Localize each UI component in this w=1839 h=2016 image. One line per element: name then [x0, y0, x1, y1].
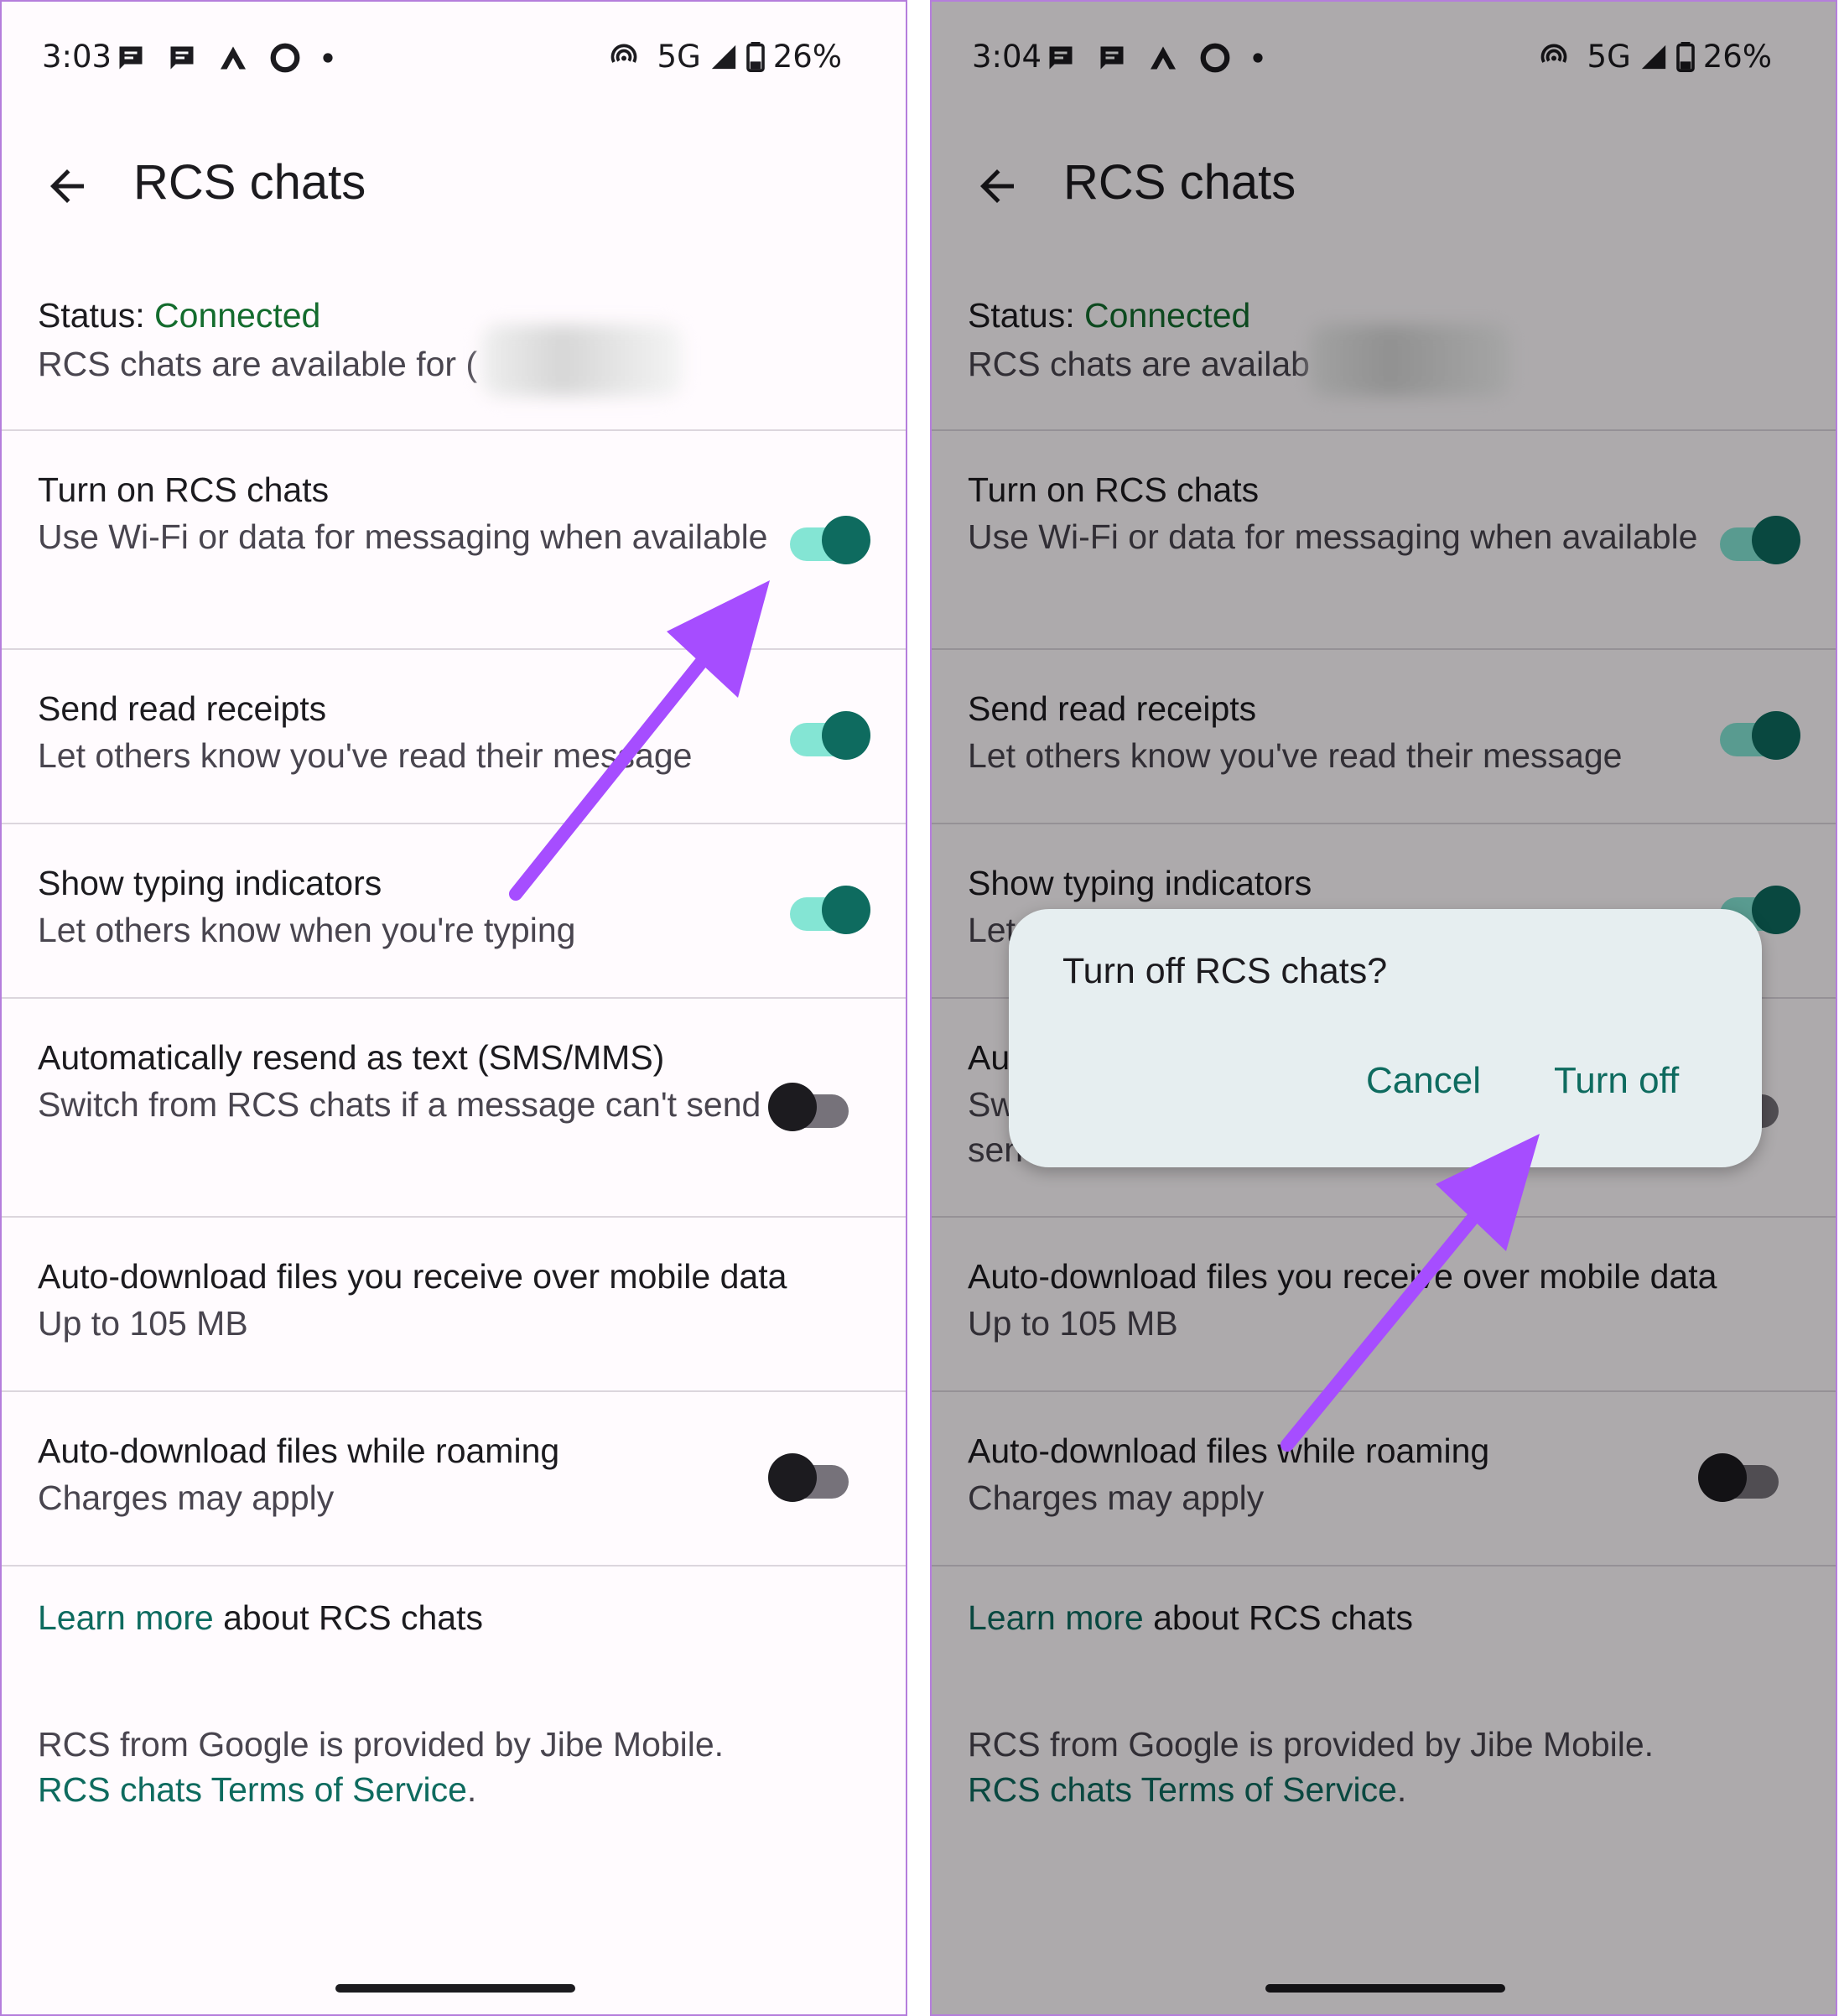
- setting-title: Auto-download files you receive over mob…: [38, 1257, 787, 1296]
- learn-more-line: Learn more about RCS chats: [38, 1598, 483, 1638]
- turn-off-button[interactable]: Turn off: [1554, 1060, 1679, 1102]
- setting-subtitle: Charges may apply: [38, 1478, 335, 1517]
- setting-auto-download-mobile[interactable]: Auto-download files you receive over mob…: [38, 1252, 881, 1346]
- divider: [2, 997, 906, 999]
- status-value: Connected: [154, 296, 321, 335]
- setting-subtitle: Switch from RCS chats if a message can't…: [38, 1085, 761, 1124]
- learn-more-link[interactable]: Learn more: [38, 1598, 214, 1637]
- back-arrow-icon[interactable]: [42, 161, 92, 211]
- setting-subtitle: Use Wi-Fi or data for messaging when ava…: [38, 517, 768, 556]
- setting-title: Show typing indicators: [38, 864, 382, 902]
- read-receipts-toggle[interactable]: [790, 711, 870, 760]
- auto-resend-toggle[interactable]: [768, 1083, 849, 1131]
- footer-provider: RCS from Google is provided by Jibe Mobi…: [38, 1725, 725, 1764]
- signal-icon: [711, 44, 735, 69]
- divider: [2, 823, 906, 824]
- setting-typing-indicators[interactable]: Show typing indicators Let others know w…: [38, 859, 771, 953]
- message-icon: [119, 46, 143, 70]
- status-time: 3:03: [42, 39, 112, 75]
- network-type: 5G: [657, 39, 701, 75]
- cancel-button[interactable]: Cancel: [1366, 1060, 1481, 1102]
- setting-turn-on-rcs[interactable]: Turn on RCS chats Use Wi-Fi or data for …: [38, 465, 771, 559]
- setting-title: Send read receipts: [38, 689, 327, 728]
- message-icon: [170, 46, 194, 70]
- app-bar: RCS chats: [2, 136, 906, 236]
- divider: [2, 1565, 906, 1567]
- screen-before: 3:03 5G 26% RCS chats Status: Connected …: [0, 0, 907, 2016]
- rcs-status: Status: Connected RCS chats are availabl…: [38, 291, 477, 388]
- footer: RCS from Google is provided by Jibe Mobi…: [38, 1722, 724, 1812]
- page-title: RCS chats: [133, 155, 366, 210]
- terms-link[interactable]: RCS chats Terms of Service: [38, 1770, 467, 1809]
- roaming-toggle[interactable]: [768, 1453, 849, 1502]
- setting-auto-download-roaming[interactable]: Auto-download files while roaming Charge…: [38, 1426, 771, 1520]
- setting-title: Automatically resend as text (SMS/MMS): [38, 1038, 665, 1077]
- setting-subtitle: Let others know when you're typing: [38, 911, 576, 949]
- setting-subtitle: Up to 105 MB: [38, 1304, 248, 1343]
- dialog-title: Turn off RCS chats?: [1062, 951, 1388, 991]
- blurred-phone-number: [481, 325, 683, 397]
- turn-off-dialog: Turn off RCS chats? Cancel Turn off: [1009, 909, 1762, 1167]
- typing-indicators-toggle[interactable]: [790, 886, 870, 934]
- setting-auto-resend[interactable]: Automatically resend as text (SMS/MMS) S…: [38, 1033, 771, 1127]
- setting-subtitle: Let others know you've read their messag…: [38, 736, 693, 775]
- divider: [2, 1216, 906, 1218]
- divider: [2, 429, 906, 431]
- screen-after: 3:04 5G 26% RCS chats Status: Connected …: [930, 0, 1837, 2016]
- battery-percent: 26%: [772, 39, 842, 75]
- divider: [2, 1390, 906, 1392]
- setting-title: Auto-download files while roaming: [38, 1431, 560, 1470]
- setting-title: Turn on RCS chats: [38, 470, 330, 509]
- dot-icon: [323, 53, 333, 63]
- rcs-toggle[interactable]: [790, 516, 870, 564]
- status-description: RCS chats are available for (: [38, 345, 478, 383]
- status-label: Status:: [38, 296, 145, 335]
- arrow-app-icon: [221, 46, 246, 70]
- battery-icon: [745, 41, 765, 72]
- divider: [2, 648, 906, 650]
- hotspot-icon: [610, 44, 636, 63]
- setting-read-receipts[interactable]: Send read receipts Let others know you'v…: [38, 684, 771, 778]
- gesture-nav-handle[interactable]: [335, 1984, 575, 1993]
- learn-more-text: about RCS chats: [213, 1598, 484, 1637]
- status-bar: 3:03 5G 26%: [2, 2, 906, 119]
- ring-icon: [270, 43, 300, 73]
- terms-suffix: .: [466, 1770, 477, 1809]
